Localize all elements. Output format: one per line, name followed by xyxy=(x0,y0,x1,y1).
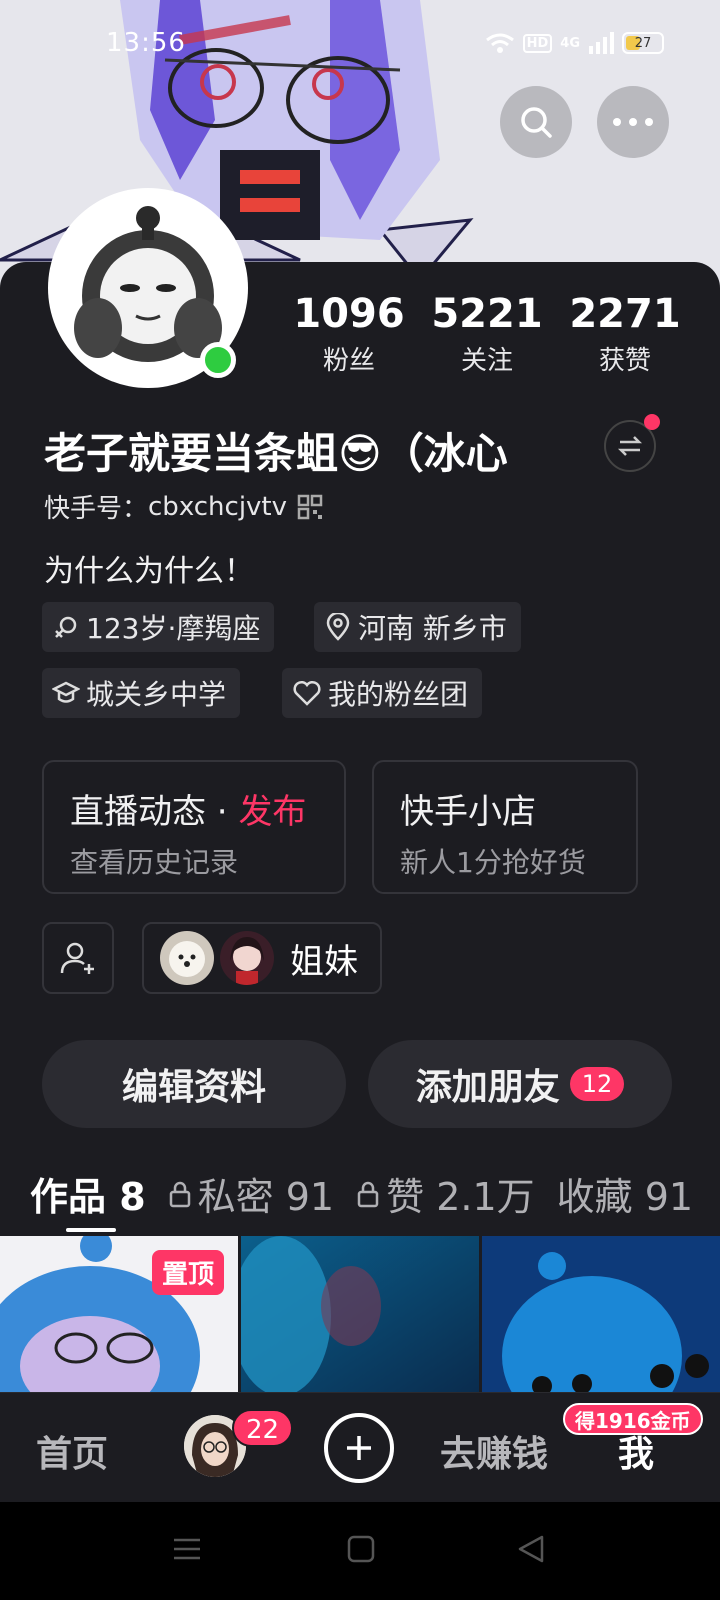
swap-icon xyxy=(617,436,643,456)
tab-likes[interactable]: 赞 2.1万 xyxy=(356,1166,535,1221)
publish-link[interactable]: 发布 xyxy=(238,792,306,832)
more-icon xyxy=(613,118,653,126)
edit-profile-button[interactable]: 编辑资料 xyxy=(42,1040,346,1128)
friend-avatar xyxy=(220,931,274,985)
add-friend-icon-button[interactable] xyxy=(42,922,114,994)
stat-followers[interactable]: 1096 粉丝 xyxy=(280,290,418,377)
thumbnail-image xyxy=(482,1236,720,1392)
signal-icon xyxy=(589,32,614,54)
work-thumbnail[interactable]: 置顶 xyxy=(0,1236,238,1392)
lock-icon xyxy=(169,1181,190,1207)
add-friend-button[interactable]: 添加朋友 12 xyxy=(368,1040,672,1128)
content-tabs: 作品 8 私密 91 赞 2.1万 收藏 91 xyxy=(30,1166,700,1221)
create-button[interactable] xyxy=(324,1413,394,1483)
school-tag-label: 城关乡中学 xyxy=(86,678,227,711)
system-navigation-bar xyxy=(0,1502,720,1600)
shop-card[interactable]: 快手小店 新人1分抢好货 xyxy=(372,760,638,894)
friend-avatar xyxy=(160,931,214,985)
online-status-dot xyxy=(200,342,236,378)
kuaishou-id-value: cbxchcjvtv xyxy=(148,491,288,522)
stat-label: 获赞 xyxy=(598,346,651,376)
status-time: 13:56 xyxy=(106,28,186,58)
works-grid: 置顶 xyxy=(0,1236,720,1392)
qr-code-icon[interactable] xyxy=(297,494,323,520)
stat-label: 关注 xyxy=(460,346,513,376)
sisters-label: 姐妹 xyxy=(290,941,358,982)
location-icon xyxy=(326,613,350,641)
shop-title: 快手小店 xyxy=(400,792,536,832)
profile-bio: 为什么为什么！ xyxy=(44,554,254,589)
edit-profile-label: 编辑资料 xyxy=(121,1067,266,1108)
network-type: 4G xyxy=(560,35,580,51)
notification-dot xyxy=(644,414,660,430)
add-friend-badge: 12 xyxy=(569,1067,625,1101)
tab-label: 收藏 91 xyxy=(556,1175,694,1219)
battery-level: 27 xyxy=(634,35,652,51)
sisters-group[interactable]: 姐妹 xyxy=(142,922,382,994)
tab-label: 私密 91 xyxy=(197,1175,335,1219)
lock-icon xyxy=(357,1181,379,1207)
tab-works[interactable]: 作品 8 xyxy=(30,1166,146,1221)
tab-label: 赞 2.1万 xyxy=(386,1175,535,1219)
age-tag-label: 123岁·摩羯座 xyxy=(86,612,261,645)
live-feed-subtitle: 查看历史记录 xyxy=(70,846,239,879)
tab-private[interactable]: 私密 91 xyxy=(168,1166,334,1221)
work-thumbnail[interactable] xyxy=(482,1236,720,1392)
stat-following[interactable]: 5221 关注 xyxy=(418,290,556,377)
heart-icon xyxy=(293,680,321,706)
search-icon xyxy=(521,107,552,138)
nav-home[interactable]: 首页 xyxy=(36,1425,108,1477)
menu-icon[interactable] xyxy=(172,1534,202,1564)
more-button[interactable] xyxy=(597,86,669,158)
live-feed-title: 直播动态 · xyxy=(70,792,239,832)
add-friend-label: 添加朋友 xyxy=(415,1067,560,1108)
plus-icon xyxy=(347,1436,371,1460)
fan-group-tag[interactable]: 我的粉丝团 xyxy=(282,668,483,718)
messages-badge: 22 xyxy=(232,1409,294,1447)
stat-value: 2271 xyxy=(569,291,681,337)
kuaishou-id-label: 快手号： xyxy=(44,494,149,524)
shop-subtitle: 新人1分抢好货 xyxy=(400,846,586,879)
tab-label: 作品 8 xyxy=(30,1175,146,1219)
search-button[interactable] xyxy=(500,86,572,158)
tab-favorites[interactable]: 收藏 91 xyxy=(557,1166,693,1221)
coin-reward-badge: 得1916金币 xyxy=(563,1403,703,1435)
location-tag[interactable]: 河南 新乡市 xyxy=(314,602,521,652)
nav-earn[interactable]: 去赚钱 xyxy=(440,1425,548,1477)
thumbnail-image xyxy=(241,1236,479,1392)
battery-icon: 27 xyxy=(622,32,664,54)
bottom-navigation: 首页 22 去赚钱 我 得1916金币 xyxy=(0,1392,720,1502)
pinned-badge: 置顶 xyxy=(151,1250,224,1295)
wifi-icon xyxy=(485,33,514,53)
fan-group-tag-label: 我的粉丝团 xyxy=(328,678,469,711)
profile-name: 老子就要当条蛆😎（冰心 xyxy=(44,429,508,478)
stat-likes[interactable]: 2271 获赞 xyxy=(556,290,694,377)
school-tag[interactable]: 城关乡中学 xyxy=(42,668,241,718)
stat-label: 粉丝 xyxy=(322,346,375,376)
location-tag-label: 河南 新乡市 xyxy=(358,612,507,645)
graduation-cap-icon xyxy=(52,681,80,703)
profile-stats: 1096 粉丝 5221 关注 2271 获赞 xyxy=(280,290,694,377)
work-thumbnail[interactable] xyxy=(241,1236,479,1392)
age-tag[interactable]: 123岁·摩羯座 xyxy=(42,602,275,652)
active-tab-indicator xyxy=(66,1228,116,1232)
live-feed-card[interactable]: 直播动态 · 发布 查看历史记录 xyxy=(42,760,346,894)
stat-value: 1096 xyxy=(293,291,405,337)
status-bar: 13:56 HD 4G 27 xyxy=(0,28,720,60)
kuaishou-id[interactable]: 快手号： cbxchcjvtv xyxy=(44,488,323,525)
add-user-icon xyxy=(60,942,94,974)
back-icon[interactable] xyxy=(516,1534,546,1564)
stat-value: 5221 xyxy=(431,291,543,337)
home-icon[interactable] xyxy=(346,1534,376,1564)
hd-icon: HD xyxy=(522,33,553,53)
gender-icon xyxy=(55,616,77,638)
